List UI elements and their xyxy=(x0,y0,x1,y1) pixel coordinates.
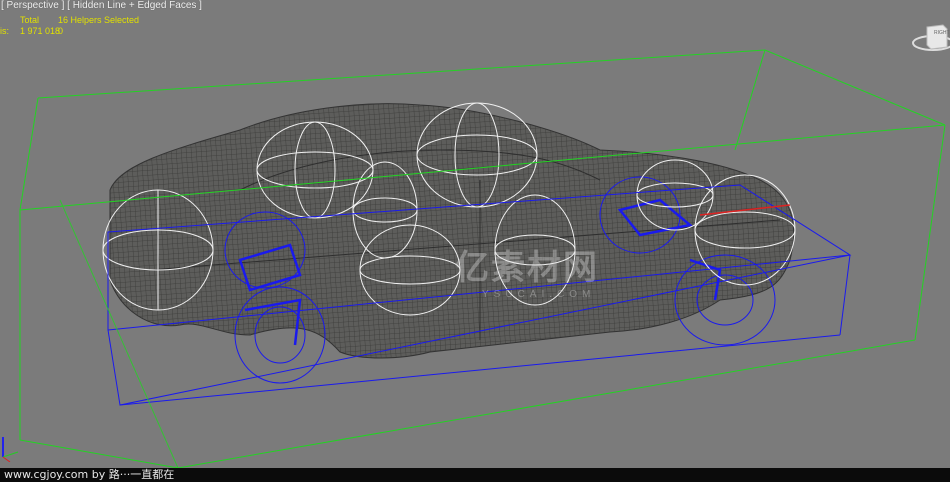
stats-total-value: 1 971 018 xyxy=(20,26,61,36)
scene-canvas[interactable] xyxy=(0,0,950,468)
perspective-viewport[interactable]: [ Perspective ] [ Hidden Line + Edged Fa… xyxy=(0,0,950,468)
stats-selection-value: 0 xyxy=(58,26,64,36)
stats-selection-header: 16 Helpers Selected xyxy=(58,15,140,25)
axis-tripod-icon xyxy=(2,437,19,462)
viewcube-label: RIGHT xyxy=(934,30,950,36)
stats-row-label: is: xyxy=(0,26,9,36)
viewport-label[interactable]: [ Perspective ] [ Hidden Line + Edged Fa… xyxy=(1,0,202,12)
viewcube[interactable]: RIGHT xyxy=(905,15,950,55)
watermark-url: YSUCAI.COM xyxy=(482,289,596,300)
credit-bar: www.cgjoy.com by 路···一直都在 xyxy=(0,468,950,482)
stats-total-header: Total xyxy=(20,15,40,25)
watermark-logo: 亿素材网 xyxy=(455,248,599,288)
